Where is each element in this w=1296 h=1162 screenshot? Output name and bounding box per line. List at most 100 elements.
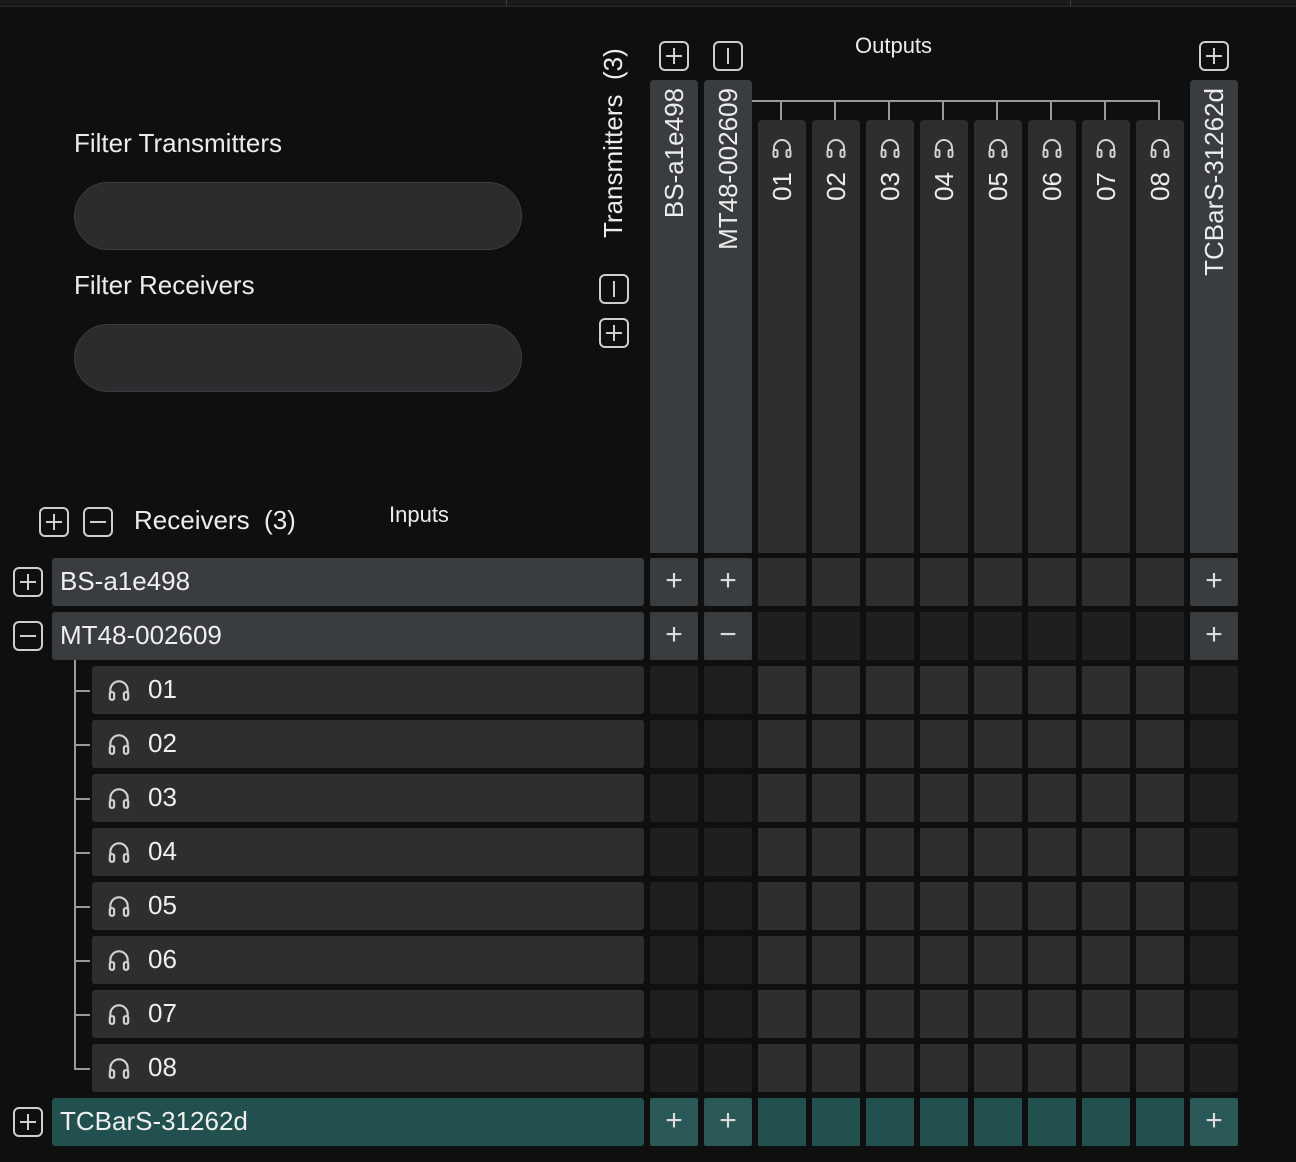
crosspoint-cell[interactable] <box>1028 936 1076 984</box>
crosspoint-cell[interactable] <box>1028 774 1076 822</box>
crosspoint-cell[interactable] <box>758 990 806 1038</box>
crosspoint-cell[interactable] <box>704 936 752 984</box>
crosspoint-cell[interactable] <box>866 1044 914 1092</box>
crosspoint-cell[interactable] <box>1136 936 1184 984</box>
crosspoint-cell[interactable] <box>758 612 806 660</box>
crosspoint-cell[interactable] <box>1028 612 1076 660</box>
receiver-row-input-05[interactable]: 05 <box>92 882 644 930</box>
crosspoint-cell[interactable] <box>974 1044 1022 1092</box>
column-header-tcbars-31262d[interactable]: TCBarS-31262d <box>1190 80 1238 553</box>
receiver-row-input-01[interactable]: 01 <box>92 666 644 714</box>
crosspoint-cell[interactable] <box>758 936 806 984</box>
crosspoint-cell[interactable] <box>1028 1098 1076 1146</box>
crosspoint-cell[interactable] <box>704 720 752 768</box>
crosspoint-cell[interactable]: + <box>650 558 698 606</box>
crosspoint-cell[interactable]: + <box>1190 558 1238 606</box>
crosspoint-cell[interactable] <box>650 720 698 768</box>
crosspoint-cell[interactable] <box>1082 936 1130 984</box>
crosspoint-cell[interactable] <box>1190 774 1238 822</box>
receiver-row-input-02[interactable]: 02 <box>92 720 644 768</box>
crosspoint-cell[interactable] <box>812 774 860 822</box>
crosspoint-cell[interactable] <box>1136 882 1184 930</box>
crosspoint-cell[interactable] <box>866 990 914 1038</box>
crosspoint-cell[interactable] <box>812 990 860 1038</box>
receiver-row-input-03[interactable]: 03 <box>92 774 644 822</box>
crosspoint-cell[interactable] <box>866 558 914 606</box>
crosspoint-cell[interactable] <box>758 558 806 606</box>
crosspoint-cell[interactable]: − <box>704 612 752 660</box>
receiver-row-tcbars-31262d[interactable]: TCBarS-31262d <box>52 1098 644 1146</box>
crosspoint-cell[interactable] <box>812 936 860 984</box>
crosspoint-cell[interactable] <box>866 936 914 984</box>
crosspoint-cell[interactable] <box>974 882 1022 930</box>
receiver-row-input-08[interactable]: 08 <box>92 1044 644 1092</box>
crosspoint-cell[interactable] <box>650 1044 698 1092</box>
crosspoint-cell[interactable] <box>920 612 968 660</box>
crosspoint-cell[interactable] <box>758 1098 806 1146</box>
crosspoint-cell[interactable] <box>1136 666 1184 714</box>
crosspoint-cell[interactable] <box>920 720 968 768</box>
column-header-bs-a1e498[interactable]: BS-a1e498 <box>650 80 698 553</box>
expand-receiver-bs-button[interactable] <box>13 567 43 597</box>
crosspoint-cell[interactable] <box>650 828 698 876</box>
column-header-02[interactable]: 02 <box>812 120 860 553</box>
crosspoint-cell[interactable] <box>812 1044 860 1092</box>
crosspoint-cell[interactable] <box>758 882 806 930</box>
crosspoint-cell[interactable] <box>974 666 1022 714</box>
crosspoint-cell[interactable] <box>866 882 914 930</box>
column-header-01[interactable]: 01 <box>758 120 806 553</box>
crosspoint-cell[interactable]: + <box>1190 1098 1238 1146</box>
crosspoint-cell[interactable] <box>1028 990 1076 1038</box>
crosspoint-cell[interactable] <box>974 720 1022 768</box>
crosspoint-cell[interactable] <box>1190 936 1238 984</box>
crosspoint-cell[interactable] <box>704 882 752 930</box>
crosspoint-cell[interactable] <box>812 1098 860 1146</box>
crosspoint-cell[interactable] <box>920 990 968 1038</box>
column-header-07[interactable]: 07 <box>1082 120 1130 553</box>
crosspoint-cell[interactable] <box>812 558 860 606</box>
crosspoint-cell[interactable] <box>974 936 1022 984</box>
collapse-receiver-mt48-button[interactable] <box>13 621 43 651</box>
crosspoint-cell[interactable] <box>704 774 752 822</box>
crosspoint-cell[interactable] <box>1082 882 1130 930</box>
crosspoint-cell[interactable] <box>1028 828 1076 876</box>
crosspoint-cell[interactable] <box>758 828 806 876</box>
crosspoint-cell[interactable] <box>1028 882 1076 930</box>
crosspoint-cell[interactable] <box>920 936 968 984</box>
crosspoint-cell[interactable] <box>974 990 1022 1038</box>
crosspoint-cell[interactable] <box>758 666 806 714</box>
crosspoint-cell[interactable] <box>650 936 698 984</box>
crosspoint-cell[interactable] <box>1082 720 1130 768</box>
crosspoint-cell[interactable] <box>920 828 968 876</box>
expand-all-transmitters-button[interactable] <box>599 318 629 348</box>
expand-all-receivers-button[interactable] <box>39 507 69 537</box>
crosspoint-cell[interactable] <box>974 774 1022 822</box>
collapse-transmitter-mt48-button[interactable] <box>713 41 743 71</box>
crosspoint-cell[interactable] <box>650 774 698 822</box>
crosspoint-cell[interactable] <box>866 774 914 822</box>
crosspoint-cell[interactable] <box>920 1044 968 1092</box>
crosspoint-cell[interactable] <box>866 666 914 714</box>
expand-receiver-tcbars-button[interactable] <box>13 1107 43 1137</box>
crosspoint-cell[interactable] <box>758 720 806 768</box>
column-header-05[interactable]: 05 <box>974 120 1022 553</box>
crosspoint-cell[interactable] <box>1028 720 1076 768</box>
crosspoint-cell[interactable] <box>1082 666 1130 714</box>
crosspoint-cell[interactable] <box>704 990 752 1038</box>
expand-transmitter-tcbars-button[interactable] <box>1199 41 1229 71</box>
crosspoint-cell[interactable] <box>812 720 860 768</box>
crosspoint-cell[interactable] <box>1136 612 1184 660</box>
crosspoint-cell[interactable] <box>1190 720 1238 768</box>
crosspoint-cell[interactable] <box>866 1098 914 1146</box>
crosspoint-cell[interactable] <box>974 1098 1022 1146</box>
receiver-row-mt48-002609[interactable]: MT48-002609 <box>52 612 644 660</box>
crosspoint-cell[interactable]: + <box>650 1098 698 1146</box>
crosspoint-cell[interactable] <box>812 666 860 714</box>
crosspoint-cell[interactable] <box>920 882 968 930</box>
filter-receivers-input[interactable] <box>74 324 522 392</box>
receiver-row-input-04[interactable]: 04 <box>92 828 644 876</box>
crosspoint-cell[interactable] <box>1082 828 1130 876</box>
crosspoint-cell[interactable] <box>1082 774 1130 822</box>
crosspoint-cell[interactable] <box>812 612 860 660</box>
crosspoint-cell[interactable]: + <box>1190 612 1238 660</box>
